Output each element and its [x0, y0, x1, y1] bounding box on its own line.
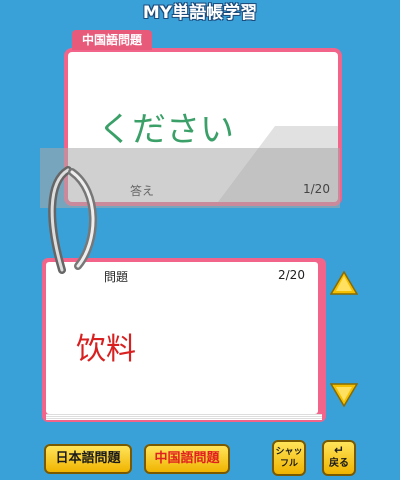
- chinese-question-button[interactable]: 中国語問題: [144, 444, 230, 474]
- back-label: 戻る: [329, 458, 349, 469]
- arrow-down-icon[interactable]: [330, 380, 358, 408]
- answer-label: 答え: [130, 184, 155, 198]
- current-card-face[interactable]: 問題 2/20 饮料: [46, 262, 318, 414]
- shuffle-label-line2: フル: [279, 459, 298, 469]
- card-tab-label: 中国語問題: [72, 30, 153, 50]
- current-card[interactable]: 問題 2/20 饮料: [42, 258, 326, 422]
- shuffle-button[interactable]: シャッ フル: [272, 440, 306, 476]
- ring-binder-icon: [48, 166, 97, 274]
- shuffle-label-line1: シャッ: [275, 447, 303, 457]
- back-button[interactable]: ↵ 戻る: [322, 440, 356, 476]
- japanese-question-button[interactable]: 日本語問題: [44, 444, 132, 474]
- current-card-word: 饮料: [76, 332, 136, 367]
- question-label: 問題: [104, 270, 129, 284]
- arrow-up-icon[interactable]: [330, 270, 358, 298]
- previous-card-counter: 1/20: [303, 182, 330, 196]
- card-stack-edge: [46, 414, 322, 420]
- return-arrow-icon: ↵: [333, 443, 345, 457]
- app-title: MY単語帳学習: [142, 3, 258, 23]
- current-card-counter: 2/20: [278, 268, 305, 282]
- previous-card-word: ください: [98, 110, 234, 150]
